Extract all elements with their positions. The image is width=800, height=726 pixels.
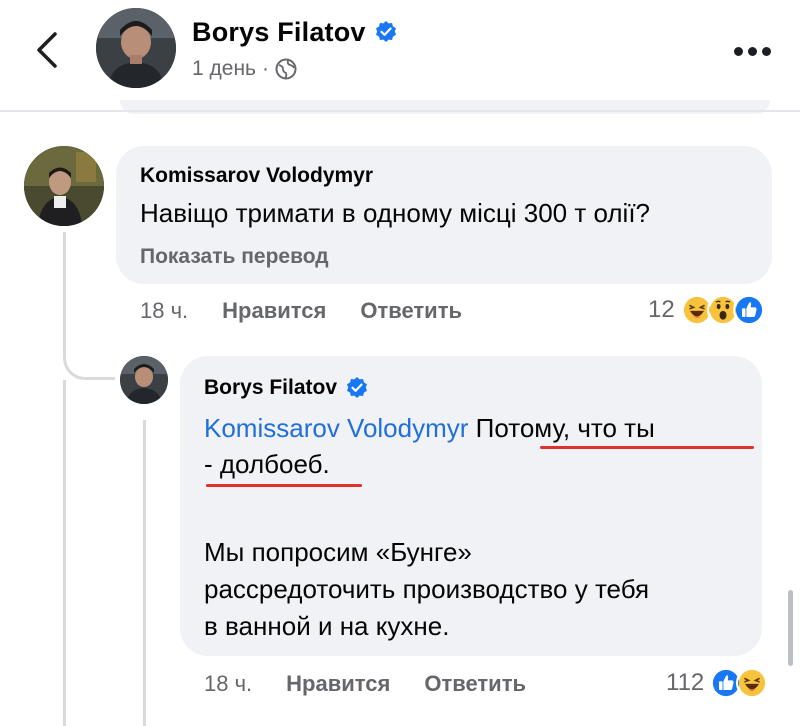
like-button[interactable]: Нравится <box>222 298 326 324</box>
commenter-avatar[interactable] <box>24 146 104 226</box>
reply-author-row: Borys Filatov <box>204 376 369 400</box>
reply-author-avatar[interactable] <box>120 356 168 404</box>
like-button[interactable]: Нравится <box>286 671 390 697</box>
red-underline <box>540 446 754 449</box>
show-translation-link[interactable]: Показать перевод <box>140 245 329 269</box>
reply-line-1: Komissarov Volodymyr Потому, что ты <box>204 410 744 446</box>
globe-icon <box>275 58 297 80</box>
reply-line-2: - долбоеб. <box>204 449 330 479</box>
scrollbar-thumb[interactable] <box>788 590 793 666</box>
reply-paragraph-2: Мы попросим «Бунге» рассредоточить произ… <box>204 534 764 645</box>
haha-reaction-icon <box>736 667 769 699</box>
chevron-left-icon <box>37 32 57 68</box>
reply-author[interactable]: Borys Filatov <box>204 376 337 400</box>
post-time[interactable]: 1 день <box>192 57 256 81</box>
reply-p2-line2: рассредоточить производство у тебя <box>204 574 650 604</box>
author-avatar[interactable] <box>96 8 176 88</box>
reply-actions: 18 ч. Нравится Ответить <box>204 669 526 699</box>
thread-line <box>63 232 66 352</box>
more-dot <box>748 46 757 56</box>
reaction-count: 112 <box>666 669 705 696</box>
thread-connector <box>63 340 115 380</box>
header-divider <box>0 110 800 112</box>
reply-p2-line1: Мы попросим «Бунге» <box>204 537 472 567</box>
reply-text-part1: Потому, что ты <box>475 413 655 443</box>
verified-badge-icon <box>375 21 396 42</box>
verified-badge-icon <box>347 377 368 398</box>
author-name-row: Borys Filatov <box>192 14 398 50</box>
reaction-summary[interactable]: 112 <box>666 665 769 701</box>
post-header: Borys Filatov 1 день · <box>0 0 800 114</box>
like-reaction-icon <box>732 294 765 326</box>
comment-time[interactable]: 18 ч. <box>140 298 188 324</box>
more-dot <box>734 46 743 56</box>
comment-text: Навіщо тримати в одному місці 300 т олії… <box>140 198 651 228</box>
reply-button[interactable]: Ответить <box>424 671 526 697</box>
reply-time[interactable]: 18 ч. <box>204 671 252 697</box>
reply-thread-line <box>143 420 146 726</box>
red-underline <box>206 484 362 487</box>
thread-line <box>63 380 66 726</box>
reply-p2-line3: в ванной и на кухне. <box>204 611 450 641</box>
post-meta: 1 день · <box>192 56 297 82</box>
comment-actions: 18 ч. Нравится Ответить <box>140 296 462 326</box>
mention-link[interactable]: Komissarov Volodymyr <box>204 413 468 443</box>
author-name[interactable]: Borys Filatov <box>192 17 366 48</box>
more-options-button[interactable] <box>734 44 774 58</box>
back-button[interactable] <box>28 28 68 72</box>
reaction-summary[interactable]: 12 <box>648 292 765 328</box>
comment-author[interactable]: Komissarov Volodymyr <box>140 164 373 188</box>
reaction-count: 12 <box>648 296 675 323</box>
reply-button[interactable]: Ответить <box>360 298 462 324</box>
meta-separator: · <box>261 57 269 80</box>
more-dot <box>762 46 771 56</box>
